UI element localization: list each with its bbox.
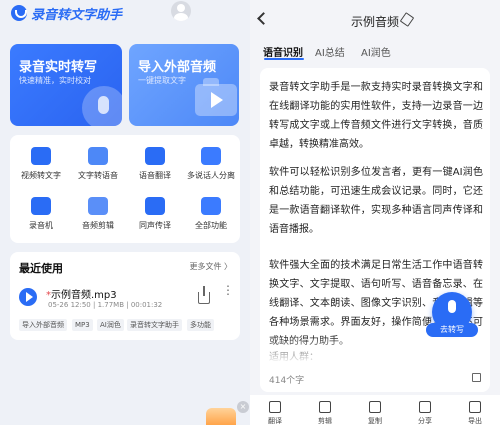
export-icon xyxy=(469,401,481,413)
file-tag: MP3 xyxy=(72,319,93,331)
expand-icon[interactable] xyxy=(472,373,481,382)
transcript-paragraph[interactable]: 录音转文字助手是一款支持实时录音转换文字和在线翻译功能的实用性软件，支持一边录音… xyxy=(269,78,483,154)
tool-all-functions[interactable]: 全部功能 xyxy=(182,191,240,235)
floating-widget[interactable] xyxy=(206,408,236,425)
card-title: 录音实时转写 xyxy=(19,60,98,75)
copy-icon xyxy=(369,401,381,413)
action-label: 导出 xyxy=(468,417,482,425)
tool-label: 多说话人分离 xyxy=(187,171,235,180)
transcript-card: 录音转文字助手是一款支持实时录音转换文字和在线翻译功能的实用性软件，支持一边录音… xyxy=(260,68,490,392)
clip-button[interactable]: 剪辑 xyxy=(300,401,350,425)
more-files-link[interactable]: 更多文件 〉 xyxy=(189,261,232,272)
file-size: 1.77MB xyxy=(97,301,124,309)
close-icon[interactable]: × xyxy=(237,401,249,413)
app-title: 录音转文字助手 xyxy=(31,8,123,23)
speaker-separation-icon xyxy=(201,147,221,165)
text-fade xyxy=(260,336,490,364)
import-audio-card[interactable]: 导入外部音频 一键提取文字 xyxy=(129,44,239,126)
share-icon xyxy=(419,401,431,413)
card-subtitle: 快速精准，实时校对 xyxy=(19,76,91,85)
card-subtitle: 一键提取文字 xyxy=(138,76,186,85)
all-functions-icon xyxy=(201,197,221,215)
share-button[interactable]: 分享 xyxy=(400,401,450,425)
share-icon[interactable] xyxy=(198,286,210,304)
file-name-text: 示例音频.mp3 xyxy=(51,290,117,301)
export-button[interactable]: 导出 xyxy=(450,401,500,425)
voice-translate-icon xyxy=(145,147,165,165)
file-name[interactable]: *示例音频.mp3 xyxy=(46,286,117,301)
file-tag: 录音转文字助手 xyxy=(127,319,182,331)
copy-button[interactable]: 复制 xyxy=(350,401,400,425)
action-label: 剪辑 xyxy=(318,417,332,425)
page-title: 示例音频 xyxy=(350,15,399,29)
play-button[interactable] xyxy=(19,288,37,306)
tool-text-to-speech[interactable]: 文字转语音 xyxy=(69,141,127,185)
tool-simultaneous-interpretation[interactable]: 同声传译 xyxy=(126,191,184,235)
tab-ai-summary[interactable]: AI总结 xyxy=(315,44,345,59)
tool-speaker-separation[interactable]: 多说话人分离 xyxy=(182,141,240,185)
file-tag: 多功能 xyxy=(187,319,214,331)
active-tab-indicator xyxy=(264,58,304,60)
tool-video-to-text[interactable]: 视频转文字 xyxy=(12,141,70,185)
video-to-text-icon xyxy=(31,147,51,165)
action-label: 分享 xyxy=(418,417,432,425)
file-meta: 05-26 12:50 | 1.77MB | 00:01:32 xyxy=(48,301,163,309)
card-title: 导入外部音频 xyxy=(138,60,217,75)
file-duration: 00:01:32 xyxy=(130,301,163,309)
recent-title: 最近使用 xyxy=(19,262,63,275)
clip-icon xyxy=(319,401,331,413)
more-options-icon[interactable]: ⋮ xyxy=(222,284,234,296)
action-label: 复制 xyxy=(368,417,382,425)
bottom-action-bar: 翻译 剪辑 复制 分享 导出 xyxy=(250,395,500,425)
audio-cut-icon xyxy=(88,197,108,215)
home-header: 录音转文字助手 xyxy=(0,0,250,26)
user-avatar[interactable] xyxy=(171,1,191,21)
tool-audio-cut[interactable]: 音频剪辑 xyxy=(69,191,127,235)
app-logo-icon xyxy=(11,5,27,21)
char-count: 414个字 xyxy=(269,376,305,386)
recent-files-section: 最近使用 更多文件 〉 *示例音频.mp3 05-26 12:50 | 1.77… xyxy=(10,252,240,340)
transcribe-fab-label[interactable]: 去转写 xyxy=(426,323,478,337)
tool-grid: 视频转文字 文字转语音 语音翻译 多说话人分离 录音机 音频剪辑 同声传译 全部… xyxy=(10,135,240,243)
tab-speech-recognition[interactable]: 语音识别 xyxy=(263,44,303,59)
transcript-paragraph[interactable]: 软件可以轻松识别多位发言者，更有一键AI润色和总结功能，可迅速生成会议记录。同时… xyxy=(269,163,483,239)
tool-recorder[interactable]: 录音机 xyxy=(12,191,70,235)
microphone-icon xyxy=(82,86,122,126)
file-date: 05-26 12:50 xyxy=(48,301,91,309)
translate-button[interactable]: 翻译 xyxy=(250,401,300,425)
realtime-transcribe-card[interactable]: 录音实时转写 快速精准，实时校对 xyxy=(10,44,122,126)
play-icon xyxy=(211,92,223,108)
detail-panel: 示例音频 语音识别 AI总结 AI润色 录音转文字助手是一款支持实时录音转换文字… xyxy=(250,0,500,425)
simultaneous-interpretation-icon xyxy=(145,197,165,215)
action-label: 翻译 xyxy=(268,417,282,425)
text-to-speech-icon xyxy=(88,147,108,165)
recorder-icon xyxy=(31,197,51,215)
translate-icon xyxy=(269,401,281,413)
tab-ai-polish[interactable]: AI润色 xyxy=(361,44,391,59)
file-tag: 导入外部音频 xyxy=(19,319,67,331)
tool-voice-translate[interactable]: 语音翻译 xyxy=(126,141,184,185)
home-panel: 录音转文字助手 录音实时转写 快速精准，实时校对 导入外部音频 一键提取文字 视… xyxy=(0,0,250,425)
file-tag: AI润色 xyxy=(97,319,124,331)
tool-label: 全部功能 xyxy=(195,221,227,230)
